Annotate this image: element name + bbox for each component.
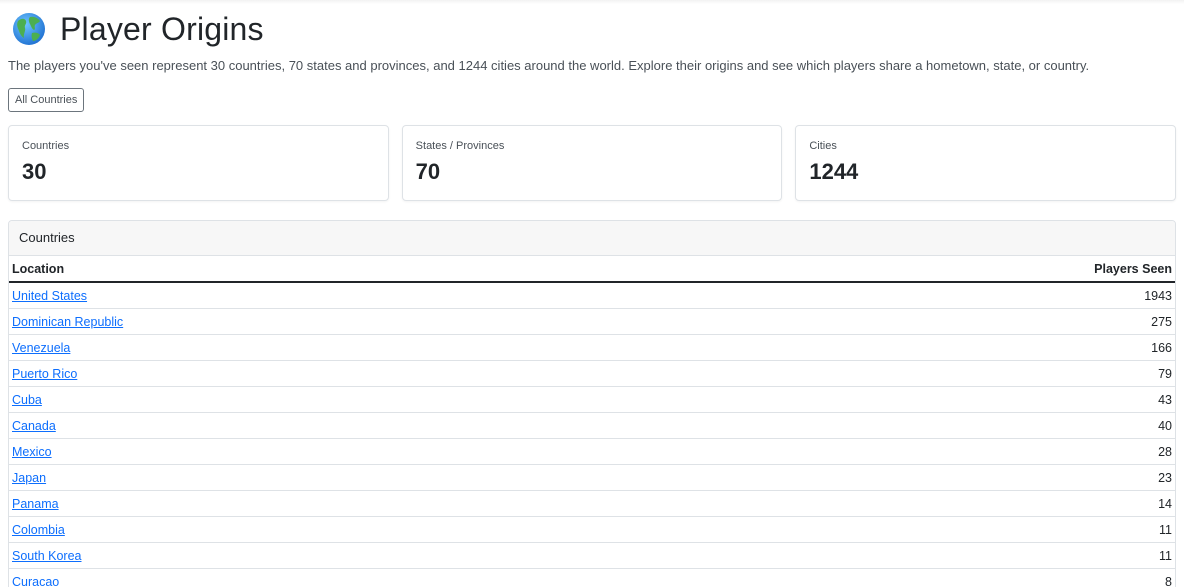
table-row: United States 1943 <box>9 282 1175 309</box>
table-row: Cuba 43 <box>9 386 1175 413</box>
top-shade <box>0 0 1184 4</box>
country-link[interactable]: Puerto Rico <box>12 367 77 381</box>
country-link[interactable]: Venezuela <box>12 341 70 355</box>
stats-row: Countries 30 States / Provinces 70 Citie… <box>8 125 1177 201</box>
players-count: 28 <box>688 438 1175 465</box>
stat-card-countries: Countries 30 <box>8 125 389 201</box>
stat-card-cities: Cities 1244 <box>795 125 1177 201</box>
players-count: 43 <box>688 386 1175 413</box>
stat-label: Countries <box>22 140 70 152</box>
card-header: Countries <box>9 221 1175 256</box>
table-row: Dominican Republic 275 <box>9 308 1175 335</box>
stat-label: Cities <box>809 140 837 152</box>
country-link[interactable]: Panama <box>12 497 59 511</box>
intro-text: The players you've seen represent 30 cou… <box>8 58 1090 73</box>
table-header-row: Location Players Seen <box>9 256 1175 283</box>
stat-card-states: States / Provinces 70 <box>401 125 783 201</box>
players-count: 79 <box>688 360 1175 387</box>
country-link[interactable]: Mexico <box>12 445 52 459</box>
stat-label: States / Provinces <box>415 140 505 152</box>
players-count: 14 <box>688 490 1175 517</box>
country-link[interactable]: Curacao <box>12 575 59 587</box>
country-link[interactable]: Cuba <box>12 393 42 407</box>
table-row: Puerto Rico 79 <box>9 360 1175 387</box>
column-header-players: Players Seen <box>688 256 1175 283</box>
players-count: 23 <box>688 464 1175 491</box>
stat-value: 30 <box>22 159 47 184</box>
players-count: 8 <box>688 568 1175 587</box>
stat-value: 1244 <box>809 159 859 184</box>
table-row: South Korea 11 <box>9 542 1175 569</box>
table-row: Panama 14 <box>9 490 1175 517</box>
country-link[interactable]: United States <box>12 289 87 303</box>
table-row: Japan 23 <box>9 464 1175 491</box>
country-link[interactable]: Japan <box>12 471 46 485</box>
table-row: Mexico 28 <box>9 438 1175 465</box>
players-count: 11 <box>688 542 1175 569</box>
country-link[interactable]: South Korea <box>12 549 82 563</box>
table-row: Curacao 8 <box>9 568 1175 587</box>
players-count: 166 <box>688 334 1175 361</box>
stat-value: 70 <box>415 159 441 184</box>
column-header-location: Location <box>9 256 689 283</box>
players-count: 11 <box>688 516 1175 543</box>
country-link[interactable]: Canada <box>12 419 56 433</box>
table-row: Venezuela 166 <box>9 334 1175 361</box>
table-row: Canada 40 <box>9 412 1175 439</box>
table-row: Colombia 11 <box>9 516 1175 543</box>
all-countries-button[interactable]: All Countries <box>8 88 85 112</box>
page-title: Player Origins <box>60 10 264 47</box>
title-row: Player Origins <box>8 0 1176 58</box>
players-count: 40 <box>688 412 1175 439</box>
globe-icon <box>12 12 46 46</box>
country-link[interactable]: Colombia <box>12 523 65 537</box>
players-count: 275 <box>688 308 1175 335</box>
countries-table: Location Players Seen United States 1943 … <box>9 256 1175 587</box>
page: Player Origins The players you've seen r… <box>0 0 1184 587</box>
country-link[interactable]: Dominican Republic <box>12 315 123 329</box>
players-count: 1943 <box>688 282 1175 309</box>
countries-card: Countries Location Players Seen United S… <box>8 220 1176 587</box>
